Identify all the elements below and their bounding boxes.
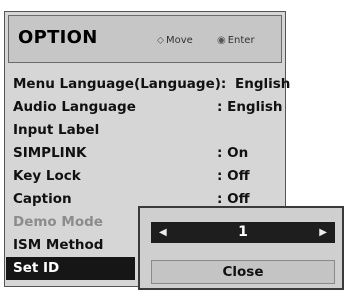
- menu-item-menu-language[interactable]: Menu Language(Language): English: [13, 73, 290, 96]
- set-id-value: 1: [238, 224, 248, 240]
- menu-title: OPTION: [18, 27, 98, 48]
- set-id-selector[interactable]: ◀ 1 ▶: [151, 222, 335, 243]
- close-button[interactable]: Close: [151, 260, 335, 284]
- menu-item-label: Set ID: [13, 260, 60, 276]
- menu-item-audio-language[interactable]: Audio Language : English: [13, 96, 283, 119]
- dpad-icon: ⬦: [157, 35, 164, 46]
- move-hint: ⬦ Move: [157, 35, 193, 46]
- menu-item-label: Audio Language: [13, 99, 136, 115]
- menu-item-value: : Off: [217, 168, 250, 184]
- menu-item-label: Demo Mode: [13, 214, 103, 230]
- menu-item-value: English: [235, 76, 291, 92]
- menu-item-value: : On: [217, 145, 249, 161]
- menu-item-input-label[interactable]: Input Label: [13, 119, 279, 142]
- circle-icon: ◉: [217, 35, 226, 46]
- right-arrow-icon[interactable]: ▶: [319, 222, 327, 243]
- menu-item-simplink[interactable]: SIMPLINK : On: [13, 142, 279, 165]
- set-id-popup: ◀ 1 ▶ Close: [138, 206, 344, 290]
- menu-item-key-lock[interactable]: Key Lock : Off: [13, 165, 279, 188]
- menu-item-label: ISM Method: [13, 237, 104, 253]
- menu-item-label: Key Lock: [13, 168, 81, 184]
- menu-item-value: : English: [217, 99, 283, 115]
- enter-hint-label: Enter: [227, 35, 255, 46]
- menu-item-label: SIMPLINK: [13, 145, 87, 161]
- move-hint-label: Move: [166, 35, 193, 46]
- menu-item-label: Menu Language(Language):: [13, 76, 227, 92]
- menu-item-set-id[interactable]: Set ID: [6, 257, 135, 280]
- menu-item-label: Caption: [13, 191, 72, 207]
- menu-item-label: Input Label: [13, 122, 100, 138]
- menu-header: OPTION ⬦ Move ◉ Enter: [8, 15, 282, 63]
- enter-hint: ◉ Enter: [217, 35, 255, 46]
